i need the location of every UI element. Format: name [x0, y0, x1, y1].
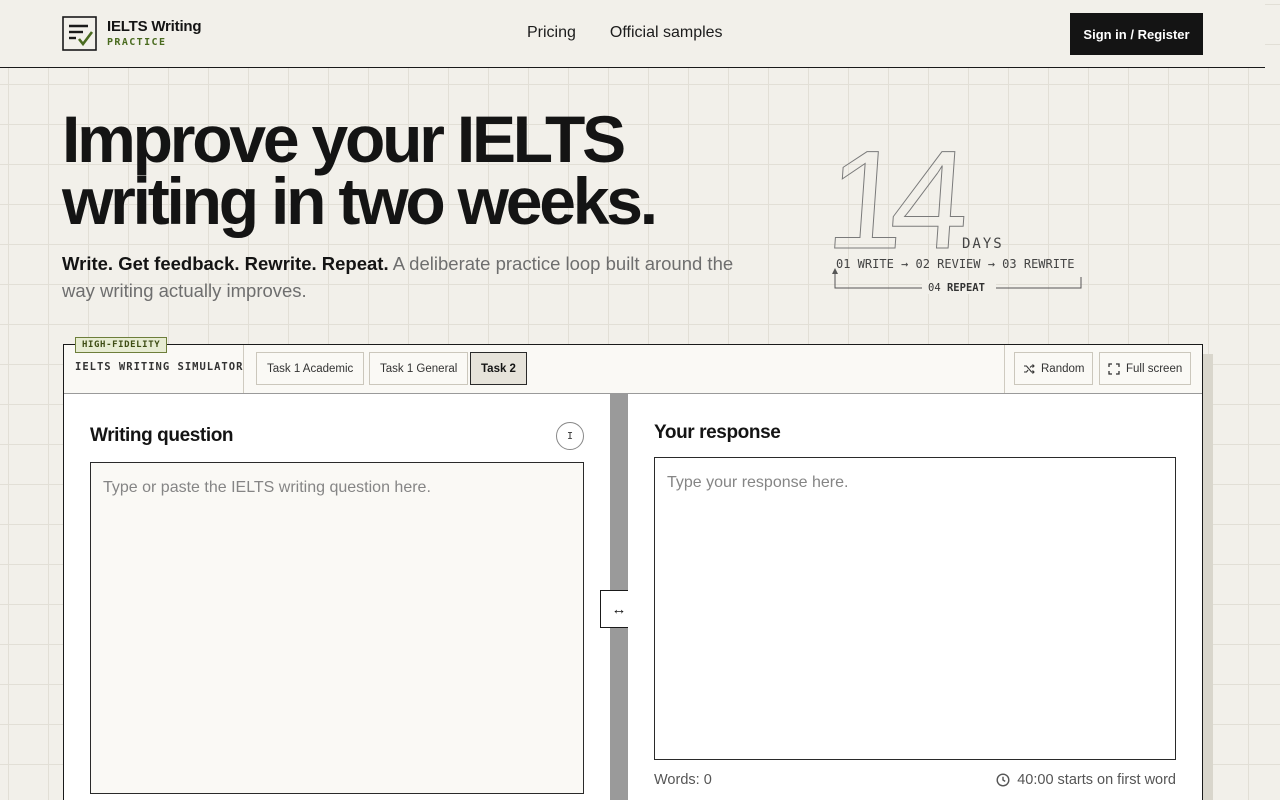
timer: 40:00 starts on first word — [996, 772, 1176, 788]
writing-question-input[interactable] — [90, 462, 584, 794]
tab-task-2[interactable]: Task 2 — [470, 352, 527, 385]
toolbar-divider — [1004, 345, 1005, 393]
timer-text: 40:00 starts on first word — [1017, 772, 1176, 788]
document-check-icon — [62, 16, 97, 51]
random-button[interactable]: Random — [1014, 352, 1094, 385]
writing-simulator: HIGH-FIDELITY IELTS WRITING SIMULATOR Ta… — [63, 337, 1203, 800]
logo-title: IELTS Writing — [107, 18, 202, 35]
nav-pricing-link[interactable]: Pricing — [527, 24, 576, 42]
loop-steps: 01 WRITE → 02 REVIEW → 03 REWRITE — [836, 257, 1074, 271]
response-input[interactable] — [654, 457, 1176, 760]
top-navigation-bar: IELTS Writing PRACTICE Pricing Official … — [0, 0, 1265, 68]
logo[interactable]: IELTS Writing PRACTICE — [62, 16, 202, 51]
full-screen-button-label: Full screen — [1126, 362, 1183, 375]
loop-repeat-number: 04 — [928, 282, 941, 294]
full-screen-button[interactable]: Full screen — [1099, 352, 1192, 385]
word-count: Words: 0 — [654, 772, 712, 788]
writing-question-title: Writing question — [90, 425, 234, 446]
your-response-title: Your response — [654, 422, 781, 443]
logo-subtitle: PRACTICE — [107, 37, 167, 48]
shuffle-icon — [1024, 363, 1035, 374]
nav-official-samples-link[interactable]: Official samples — [610, 24, 723, 42]
tab-task-1-academic[interactable]: Task 1 Academic — [256, 352, 365, 385]
hero-title-line-2: writing in two weeks. — [62, 164, 658, 238]
simulator-label: IELTS WRITING SIMULATOR — [75, 361, 244, 373]
random-button-label: Random — [1041, 362, 1085, 375]
response-panel: Your response Words: 0 40:00 starts on f… — [628, 394, 1202, 800]
expand-icon — [1108, 362, 1120, 375]
fourteen-days-loop-graphic: 14 DAYS 01 WRITE → 02 REVIEW → 03 REWRIT… — [826, 134, 1082, 294]
info-button[interactable]: I — [556, 422, 584, 450]
hero-subtitle: Write. Get feedback. Rewrite. Repeat. A … — [62, 250, 762, 304]
simulator-toolbar: IELTS WRITING SIMULATOR Task 1 Academic … — [64, 345, 1202, 394]
clock-icon — [996, 773, 1010, 787]
main-nav: Pricing Official samples — [527, 24, 723, 42]
question-panel: Writing question I — [64, 394, 610, 800]
hero-subtitle-bold: Write. Get feedback. Rewrite. Repeat. — [62, 253, 389, 274]
loop-repeat-label: REPEAT — [947, 282, 985, 294]
tab-task-1-general[interactable]: Task 1 General — [369, 352, 469, 385]
days-label: DAYS — [962, 236, 1004, 252]
sign-in-register-button[interactable]: Sign in / Register — [1070, 13, 1203, 55]
hero-title: Improve your IELTS writing in two weeks. — [62, 106, 782, 234]
loop-repeat-text: 04 REPEAT — [928, 282, 985, 294]
toolbar-divider — [243, 345, 244, 393]
